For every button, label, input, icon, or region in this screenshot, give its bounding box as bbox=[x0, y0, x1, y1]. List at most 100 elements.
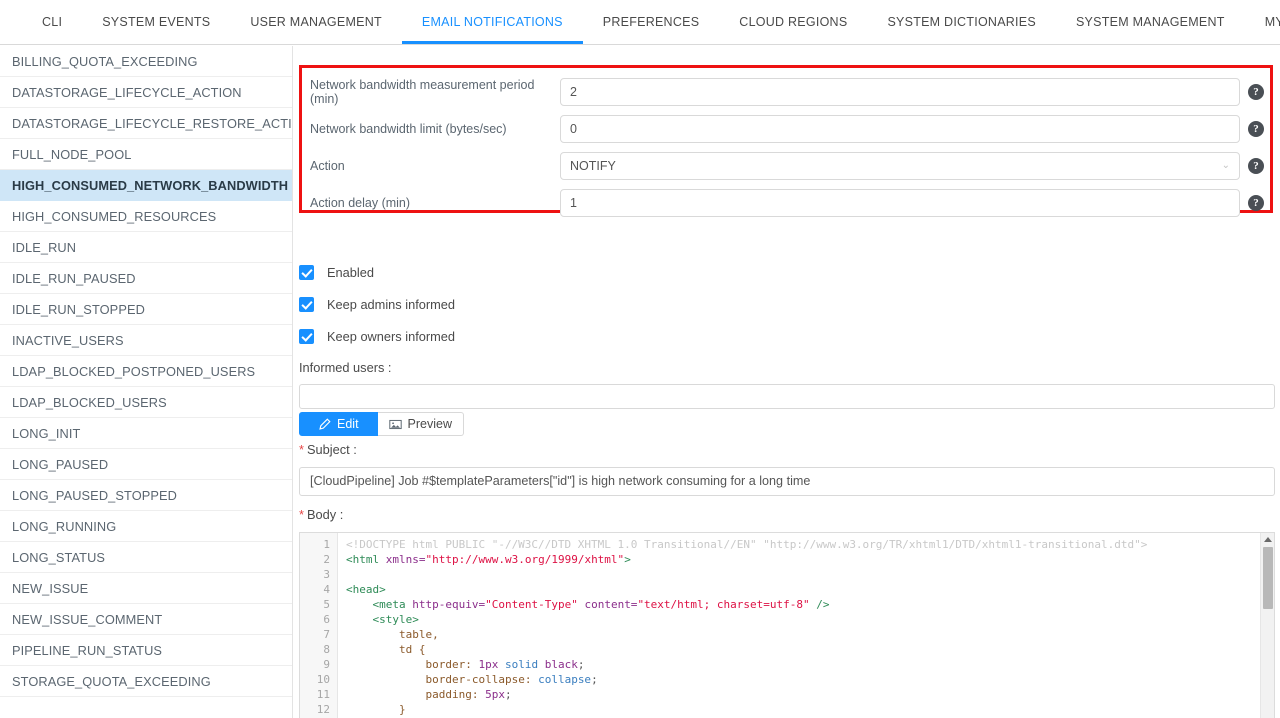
line-number: 5 bbox=[323, 598, 330, 611]
sidebar-item-ldap_blocked_users[interactable]: LDAP_BLOCKED_USERS bbox=[0, 387, 292, 418]
code-line: } bbox=[398, 703, 406, 716]
param-value-2: NOTIFY bbox=[570, 158, 616, 173]
nav-tab-system-management[interactable]: SYSTEM MANAGEMENT bbox=[1056, 0, 1245, 44]
checkbox-row-enabled[interactable]: Enabled bbox=[299, 259, 374, 285]
code-line: td { bbox=[398, 643, 426, 656]
subject-input[interactable]: [CloudPipeline] Job #$templateParameters… bbox=[299, 467, 1275, 496]
edit-button[interactable]: Edit bbox=[299, 412, 378, 436]
checkbox-keep-owners-informed[interactable] bbox=[299, 328, 314, 344]
editor-code-area[interactable]: <!DOCTYPE html PUBLIC "-//W3C//DTD XHTML… bbox=[338, 533, 1274, 718]
sidebar-item-pipeline_run_status[interactable]: PIPELINE_RUN_STATUS bbox=[0, 635, 292, 666]
help-icon-3[interactable]: ? bbox=[1248, 194, 1264, 211]
checkbox-keep-admins-informed[interactable] bbox=[299, 296, 314, 312]
sidebar-item-high_consumed_resources[interactable]: HIGH_CONSUMED_RESOURCES bbox=[0, 201, 292, 232]
code-line: border-collapse: collapse; bbox=[425, 673, 598, 686]
checkbox-label-keep-admins-informed: Keep admins informed bbox=[327, 296, 456, 312]
nav-tab-user-management[interactable]: USER MANAGEMENT bbox=[230, 0, 402, 44]
nav-tab-preferences[interactable]: PREFERENCES bbox=[583, 0, 720, 44]
nav-tab-email-notifications[interactable]: EMAIL NOTIFICATIONS bbox=[401, 0, 583, 44]
code-line: table, bbox=[398, 628, 439, 641]
sidebar-item-billing_quota_exceeding[interactable]: BILLING_QUOTA_EXCEEDING bbox=[0, 46, 292, 77]
param-input-0[interactable]: 2 bbox=[560, 77, 1240, 106]
line-number: 1 bbox=[323, 538, 330, 551]
sidebar-item-long_init[interactable]: LONG_INIT bbox=[0, 418, 292, 449]
sidebar-item-datastorage_lifecycle_action[interactable]: DATASTORAGE_LIFECYCLE_ACTION bbox=[0, 77, 292, 108]
edit-button-label: Edit bbox=[337, 417, 359, 431]
param-label-0: Network bandwidth measurement period (mi… bbox=[310, 77, 535, 106]
code-line: <!DOCTYPE html PUBLIC "-//W3C//DTD XHTML… bbox=[346, 538, 1148, 551]
line-number: 2 bbox=[323, 553, 330, 566]
param-input-3[interactable]: 1 bbox=[560, 188, 1240, 217]
sidebar-item-inactive_users[interactable]: INACTIVE_USERS bbox=[0, 325, 292, 356]
line-number: 8 bbox=[323, 643, 330, 656]
editor-vertical-scrollbar[interactable] bbox=[1260, 533, 1274, 718]
param-select-2[interactable]: NOTIFY ⌄ bbox=[560, 151, 1240, 180]
preview-button[interactable]: Preview bbox=[377, 412, 465, 436]
param-row-0: Network bandwidth measurement period (mi… bbox=[302, 75, 1270, 108]
sidebar-item-long_paused[interactable]: LONG_PAUSED bbox=[0, 449, 292, 480]
top-navigation-bar: CLI SYSTEM EVENTS USER MANAGEMENT EMAIL NOT… bbox=[0, 0, 1280, 45]
param-value-0: 2 bbox=[570, 84, 577, 99]
sidebar-item-high_consumed_network_bandwidth[interactable]: HIGH_CONSUMED_NETWORK_BANDWIDTH bbox=[0, 170, 292, 201]
param-row-2: Action NOTIFY ⌄? bbox=[302, 149, 1270, 182]
checkbox-row-keep-admins-informed[interactable]: Keep admins informed bbox=[299, 291, 455, 317]
param-label-3: Action delay (min) bbox=[310, 195, 411, 210]
checkbox-row-keep-owners-informed[interactable]: Keep owners informed bbox=[299, 323, 455, 349]
subject-label: * Subject : bbox=[299, 442, 357, 457]
sidebar-item-long_paused_stopped[interactable]: LONG_PAUSED_STOPPED bbox=[0, 480, 292, 511]
editor-line-number-gutter: 123456789101112131415 bbox=[300, 533, 338, 718]
line-number: 10 bbox=[316, 673, 330, 686]
body-required-marker: * bbox=[299, 507, 304, 522]
checkbox-enabled[interactable] bbox=[299, 264, 314, 280]
pencil-icon bbox=[318, 417, 331, 431]
sidebar-item-new_issue[interactable]: NEW_ISSUE bbox=[0, 573, 292, 604]
sidebar-item-long_running[interactable]: LONG_RUNNING bbox=[0, 511, 292, 542]
nav-tab-cli[interactable]: CLI bbox=[22, 0, 82, 44]
nav-tab-my-profile[interactable]: MY PROFILE bbox=[1245, 0, 1280, 44]
body-code-editor[interactable]: 123456789101112131415 <!DOCTYPE html PUB… bbox=[299, 532, 1275, 718]
scroll-up-arrow-icon[interactable] bbox=[1264, 537, 1272, 542]
sidebar-item-idle_run_stopped[interactable]: IDLE_RUN_STOPPED bbox=[0, 294, 292, 325]
code-line: border: 1px solid black; bbox=[425, 658, 585, 671]
line-number: 11 bbox=[316, 688, 330, 701]
checkbox-label-keep-owners-informed: Keep owners informed bbox=[327, 328, 456, 344]
nav-tab-cloud-regions[interactable]: CLOUD REGIONS bbox=[719, 0, 867, 44]
param-label-2: Action bbox=[310, 158, 345, 173]
code-line: <meta http-equiv="Content-Type" content=… bbox=[372, 598, 830, 611]
help-icon-0[interactable]: ? bbox=[1248, 83, 1264, 100]
body-label: * Body : bbox=[299, 507, 343, 522]
sidebar-item-new_issue_comment[interactable]: NEW_ISSUE_COMMENT bbox=[0, 604, 292, 635]
editor-scrollbar-thumb[interactable] bbox=[1263, 547, 1273, 609]
param-value-1: 0 bbox=[570, 121, 577, 136]
line-number: 12 bbox=[316, 703, 330, 716]
nav-tab-system-events[interactable]: SYSTEM EVENTS bbox=[82, 0, 230, 44]
line-number: 6 bbox=[323, 613, 330, 626]
checkbox-label-enabled: Enabled bbox=[327, 264, 374, 280]
sidebar-item-storage_quota_exceeding[interactable]: STORAGE_QUOTA_EXCEEDING bbox=[0, 666, 292, 697]
sidebar-item-idle_run[interactable]: IDLE_RUN bbox=[0, 232, 292, 263]
chevron-down-icon[interactable]: ⌄ bbox=[1222, 153, 1230, 179]
param-row-3: Action delay (min) 1? bbox=[302, 186, 1270, 219]
nav-tab-system-dictionaries[interactable]: SYSTEM DICTIONARIES bbox=[867, 0, 1056, 44]
sidebar-item-full_node_pool[interactable]: FULL_NODE_POOL bbox=[0, 139, 292, 170]
line-number: 9 bbox=[323, 658, 330, 671]
sidebar-item-idle_run_paused[interactable]: IDLE_RUN_PAUSED bbox=[0, 263, 292, 294]
code-line: <style> bbox=[372, 613, 419, 626]
sidebar-item-ldap_blocked_postponed_users[interactable]: LDAP_BLOCKED_POSTPONED_USERS bbox=[0, 356, 292, 387]
parameters-highlight-box: Network bandwidth measurement period (mi… bbox=[299, 65, 1273, 217]
line-number: 7 bbox=[323, 628, 330, 641]
notification-type-sidebar[interactable]: BILLING_QUOTA_EXCEEDING DATASTORAGE_LIFEC… bbox=[0, 46, 293, 718]
line-number: 4 bbox=[323, 583, 330, 596]
preview-button-label: Preview bbox=[407, 417, 453, 431]
editor-mode-button-group: Edit Preview bbox=[299, 412, 465, 436]
help-icon-1[interactable]: ? bbox=[1248, 120, 1264, 137]
param-row-1: Network bandwidth limit (bytes/sec) 0? bbox=[302, 112, 1270, 145]
informed-users-input[interactable] bbox=[299, 384, 1275, 409]
param-input-1[interactable]: 0 bbox=[560, 114, 1240, 143]
sidebar-item-long_status[interactable]: LONG_STATUS bbox=[0, 542, 292, 573]
nav-tab-list: CLI SYSTEM EVENTS USER MANAGEMENT EMAIL NOT… bbox=[0, 0, 1280, 44]
param-label-1: Network bandwidth limit (bytes/sec) bbox=[310, 121, 507, 136]
sidebar-item-datastorage_lifecycle_restore_action[interactable]: DATASTORAGE_LIFECYCLE_RESTORE_ACTION bbox=[0, 108, 292, 139]
help-icon-2[interactable]: ? bbox=[1248, 157, 1264, 174]
